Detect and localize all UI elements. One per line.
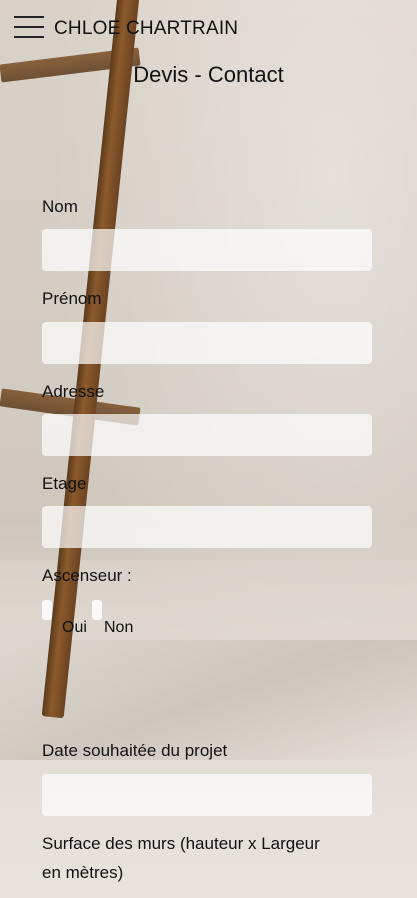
- etage-label: Etage: [42, 474, 87, 493]
- ascenseur-label: Ascenseur :: [42, 566, 132, 585]
- ascenseur-oui-label: Oui: [62, 619, 87, 636]
- ascenseur-non-checkbox[interactable]: [92, 600, 102, 620]
- adresse-input[interactable]: [42, 414, 372, 456]
- page-title: Devis - Contact: [133, 62, 284, 87]
- adresse-label: Adresse: [42, 382, 105, 401]
- date-input[interactable]: [42, 774, 372, 816]
- surface-label-line1: Surface des murs (hauteur x Largeur: [42, 834, 320, 853]
- nom-label: Nom: [42, 197, 78, 216]
- hamburger-menu-icon[interactable]: [14, 14, 44, 40]
- site-header: CHLOE CHARTRAIN: [0, 0, 417, 56]
- ascenseur-non-label: Non: [104, 619, 134, 636]
- site-brand[interactable]: CHLOE CHARTRAIN: [54, 18, 238, 40]
- nom-input[interactable]: [42, 229, 372, 271]
- prenom-input[interactable]: [42, 322, 372, 364]
- date-label: Date souhaitée du projet: [42, 741, 228, 760]
- prenom-label: Prénom: [42, 289, 102, 308]
- surface-label-line2: en mètres): [42, 863, 124, 882]
- etage-input[interactable]: [42, 506, 372, 548]
- ascenseur-oui-checkbox[interactable]: [42, 600, 52, 620]
- surface-label: Surface des murs (hauteur x Largeur en m…: [42, 829, 320, 887]
